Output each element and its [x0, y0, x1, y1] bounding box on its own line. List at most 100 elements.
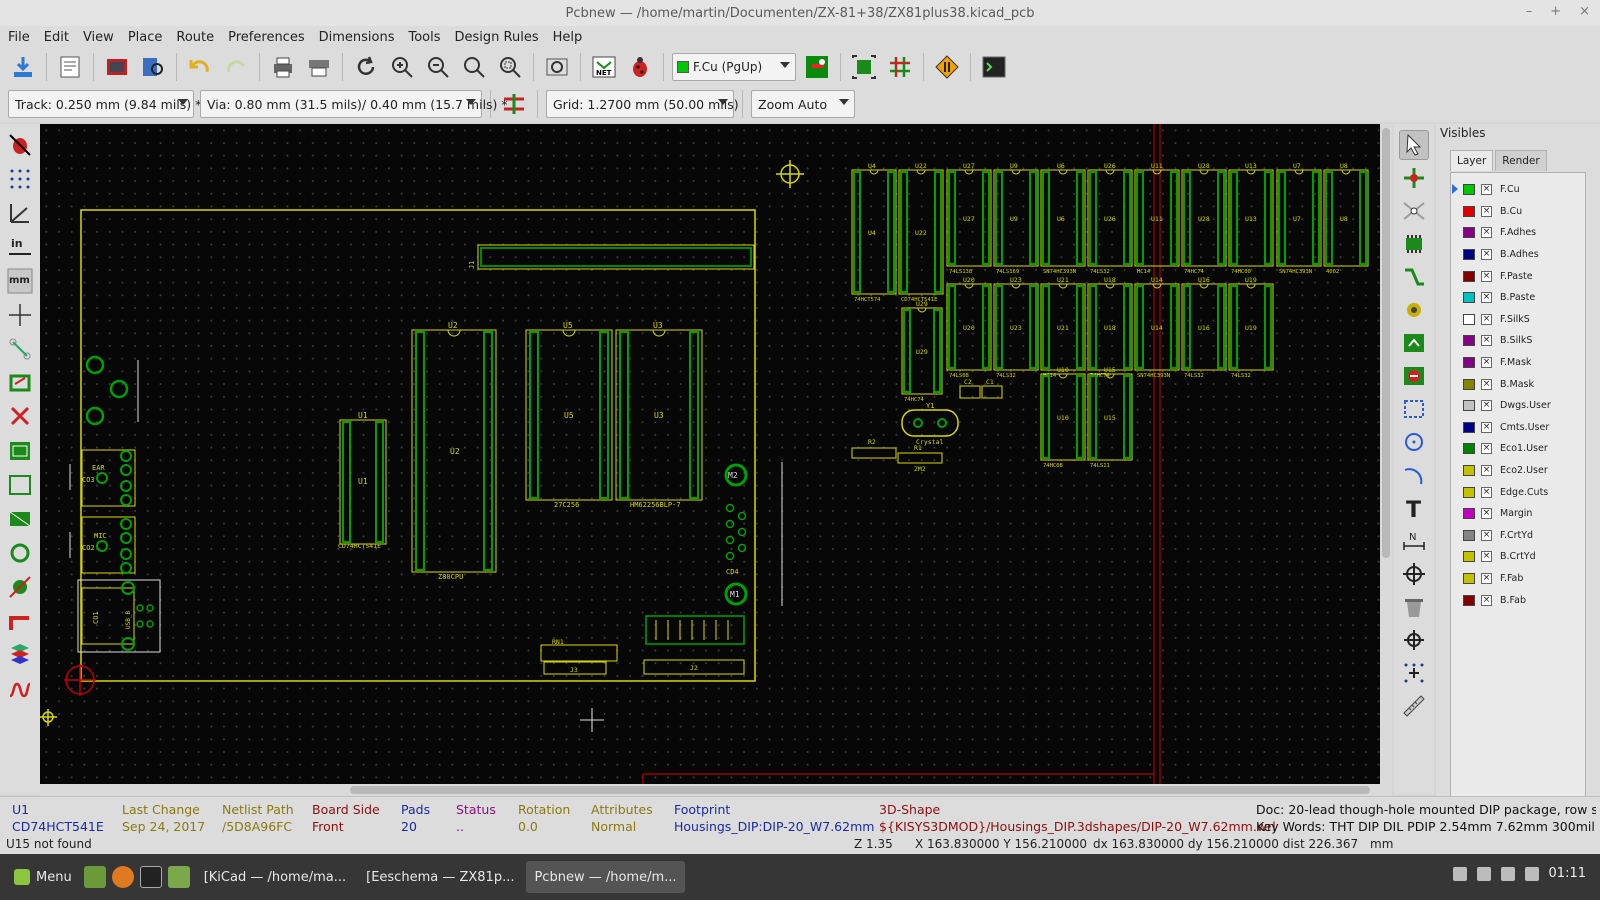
scrollbar-thumb[interactable] [350, 786, 1370, 794]
layer-row-edge-cuts[interactable]: × Edge.Cuts [1451, 481, 1585, 503]
layer-visibility-checkbox[interactable]: × [1481, 594, 1492, 606]
polar-coords-icon[interactable] [5, 198, 35, 228]
start-menu-button[interactable]: Menu [6, 861, 80, 893]
layer-visibility-checkbox[interactable]: × [1481, 335, 1492, 347]
connector-j1[interactable]: J1 [468, 244, 755, 270]
layer-visibility-checkbox[interactable]: × [1481, 270, 1492, 282]
menu-file[interactable]: File [8, 30, 30, 45]
horizontal-scrollbar[interactable] [40, 784, 1380, 796]
footprint-c1[interactable]: C1 [981, 378, 1003, 399]
footprint-u1[interactable]: U1 U1 CD74HCT541E [338, 411, 387, 550]
footprint-u9[interactable]: U9 U9 74LS169 [993, 162, 1039, 275]
footprint-u19[interactable]: U19 U19 74LS32 [1228, 276, 1274, 379]
microwave-toolbar-icon[interactable] [5, 674, 35, 704]
layer-visibility-checkbox[interactable]: × [1481, 551, 1492, 563]
add-dimension-icon[interactable]: N [1399, 526, 1429, 556]
layer-row-f-mask[interactable]: × F.Mask [1451, 352, 1585, 374]
undo-icon[interactable] [185, 52, 215, 82]
layer-row-b-crtyd[interactable]: × B.CrtYd [1451, 546, 1585, 568]
layer-color-swatch[interactable] [1463, 594, 1475, 606]
zoom-select[interactable]: Zoom Auto [751, 90, 855, 118]
footprint-u28[interactable]: U28 U28 74HC74 [1181, 162, 1227, 275]
footprint-u2[interactable]: U2 U2 Z80CPU [411, 321, 497, 581]
layer-color-swatch[interactable] [1463, 465, 1475, 477]
vias-sketch-icon[interactable] [5, 572, 35, 602]
layer-color-swatch[interactable] [1463, 572, 1475, 584]
menu-help[interactable]: Help [553, 30, 583, 45]
zones-sketch-icon[interactable] [5, 504, 35, 534]
add-footprint-icon[interactable] [1399, 229, 1429, 259]
add-text-icon[interactable]: T [1399, 493, 1429, 523]
add-via-icon[interactable] [1399, 295, 1429, 325]
layer-color-swatch[interactable] [1463, 400, 1475, 412]
connector-j2[interactable]: J2 [643, 615, 745, 675]
zoom-selection-icon[interactable] [495, 52, 525, 82]
footprint-y1[interactable]: Y1 Crystal [901, 402, 959, 446]
footprint-c2[interactable]: C2 [959, 378, 981, 399]
show-zones-icon[interactable] [5, 436, 35, 466]
layer-visibility-checkbox[interactable]: × [1481, 227, 1492, 239]
layer-visibility-checkbox[interactable]: × [1481, 378, 1492, 390]
layer-color-swatch[interactable] [1463, 205, 1475, 217]
taskbar-eeschema[interactable]: [Eeschema — ZX81p... [358, 861, 522, 893]
layer-color-swatch[interactable] [1463, 249, 1475, 261]
layer-visibility-checkbox[interactable]: × [1481, 421, 1492, 433]
add-arc-icon[interactable] [1399, 460, 1429, 490]
layer-pair-icon[interactable] [802, 52, 832, 82]
footprint-u6[interactable]: U6 U6 SN74HC393N [1040, 162, 1086, 275]
ratsnest-icon[interactable] [5, 334, 35, 364]
find-icon[interactable] [542, 52, 572, 82]
layer-visibility-checkbox[interactable]: × [1481, 572, 1492, 584]
add-rectangle-icon[interactable] [1399, 394, 1429, 424]
clock[interactable]: 01:11 [1549, 866, 1586, 881]
menu-tools[interactable]: Tools [408, 30, 440, 45]
menu-edit[interactable]: Edit [44, 30, 69, 45]
taskbar-pcbnew[interactable]: Pcbnew — /home/m... [526, 861, 685, 893]
active-layer-select[interactable]: F.Cu (PgUp) [672, 53, 796, 81]
high-contrast-icon[interactable] [5, 640, 35, 670]
footprint-u21[interactable]: U21U21HC14 [1040, 276, 1086, 379]
layer-visibility-checkbox[interactable]: × [1481, 443, 1492, 455]
footprint-u7[interactable]: U7 U7 SN74HC393N [1276, 162, 1322, 275]
measure-tool-icon[interactable] [1399, 691, 1429, 721]
units-inch-icon[interactable]: in [5, 232, 35, 262]
tab-render[interactable]: Render [1495, 150, 1547, 171]
mounting-hole-m2[interactable]: M2 [724, 463, 748, 487]
layer-visibility-checkbox[interactable]: × [1481, 465, 1492, 477]
show-desktop-icon[interactable] [83, 866, 106, 888]
page-settings-icon[interactable] [55, 52, 85, 82]
save-icon[interactable] [8, 52, 38, 82]
footprint-u13[interactable]: U13 U13 74HC00 [1228, 162, 1274, 275]
library-editor-icon[interactable] [102, 52, 132, 82]
layer-visibility-checkbox[interactable]: × [1481, 205, 1492, 217]
firefox-icon[interactable] [111, 866, 134, 888]
layer-color-swatch[interactable] [1463, 551, 1475, 563]
minimize-button[interactable]: – [1526, 4, 1533, 19]
footprint-u16[interactable]: U16 U16 74LS32 [1181, 276, 1227, 379]
units-mm-icon[interactable]: mm [5, 266, 35, 296]
delete-tool-icon[interactable] [1399, 592, 1429, 622]
layer-row-f-fab[interactable]: × F.Fab [1451, 568, 1585, 590]
footprint-u8[interactable]: U8 U8 4002 [1323, 162, 1369, 275]
layer-row-b-adhes[interactable]: × B.Adhes [1451, 244, 1585, 266]
footprint-u3[interactable]: U3 U3 HM62256BLP-7 [615, 321, 703, 509]
footprint-u10[interactable]: U10 U10 74HC08 [1040, 366, 1086, 469]
layer-row-b-silks[interactable]: × B.SilkS [1451, 330, 1585, 352]
auto-route-icon[interactable] [885, 52, 915, 82]
layer-row-b-fab[interactable]: × B.Fab [1451, 589, 1585, 611]
layer-row-eco1-user[interactable]: × Eco1.User [1451, 438, 1585, 460]
tab-layer[interactable]: Layer [1450, 150, 1494, 171]
vertical-scrollbar[interactable] [1380, 124, 1392, 796]
redraw-icon[interactable] [351, 52, 381, 82]
menu-place[interactable]: Place [128, 30, 163, 45]
taskbar-kicad[interactable]: [KiCad — /home/ma... [196, 861, 354, 893]
menu-dimensions[interactable]: Dimensions [319, 30, 395, 45]
redo-icon[interactable] [221, 52, 251, 82]
layer-visibility-checkbox[interactable]: × [1481, 357, 1492, 369]
layer-row-dwgs-user[interactable]: × Dwgs.User [1451, 395, 1585, 417]
footprint-u11[interactable]: U11 U11 HC14 [1134, 162, 1180, 275]
footprint-co1[interactable]: CO1 USB_B [77, 579, 161, 653]
layer-color-swatch[interactable] [1463, 270, 1475, 282]
grid-select[interactable]: Grid: 1.2700 mm (50.00 mils) [546, 90, 739, 118]
footprint-u14[interactable]: U14 U14 SN74HC393N [1134, 276, 1180, 379]
